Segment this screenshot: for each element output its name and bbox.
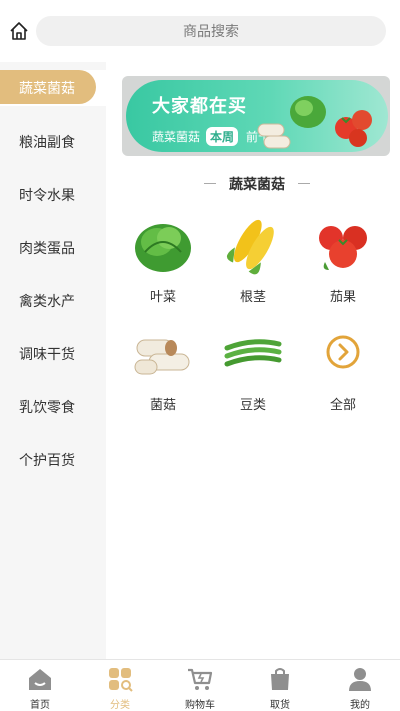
- promo-banner[interactable]: 大家都在买 蔬菜菌菇 本周 前十: [122, 76, 390, 156]
- category-leafy[interactable]: 叶菜: [121, 212, 205, 305]
- tab-category[interactable]: 分类: [80, 660, 160, 711]
- sidebar-item-label: 粮油副食: [19, 135, 75, 151]
- bottom-tab-bar: 首页 分类 购物车 取货 我的: [0, 659, 400, 711]
- sidebar-item-grain-oil[interactable]: 粮油副食: [0, 124, 106, 160]
- bag-icon: [271, 668, 289, 690]
- sidebar-item-label: 乳饮零食: [19, 400, 75, 416]
- category-sidebar: 蔬菜菌菇 粮油副食 时令水果 肉类蛋品 禽类水产 调味干货 乳饮零食 个护百货: [0, 62, 106, 659]
- corn-icon: [221, 212, 285, 276]
- sidebar-item-fruit[interactable]: 时令水果: [0, 177, 106, 213]
- top-bar: 商品搜索: [0, 0, 400, 62]
- tab-label: 分类: [110, 700, 130, 711]
- sidebar-item-meat-egg[interactable]: 肉类蛋品: [0, 230, 106, 266]
- sidebar-item-label: 禽类水产: [19, 294, 75, 310]
- banner-title: 大家都在买: [152, 96, 247, 117]
- banner-vegetables-image: [257, 96, 372, 149]
- tab-home[interactable]: 首页: [0, 660, 80, 711]
- tomato-icon: [311, 212, 375, 276]
- category-mushroom[interactable]: 菌菇: [121, 320, 205, 413]
- beans-icon: [221, 320, 285, 384]
- tab-label: 取货: [270, 700, 290, 711]
- search-placeholder: 商品搜索: [183, 24, 239, 40]
- sidebar-item-personal-care[interactable]: 个护百货: [0, 442, 106, 478]
- sidebar-item-dairy-snacks[interactable]: 乳饮零食: [0, 389, 106, 425]
- tab-label: 我的: [350, 700, 370, 711]
- sidebar-item-seasoning[interactable]: 调味干货: [0, 336, 106, 372]
- category-label: 叶菜: [149, 290, 176, 305]
- banner-background: 大家都在买 蔬菜菌菇 本周 前十: [126, 80, 388, 152]
- banner-tag: 本周: [206, 127, 239, 146]
- tab-profile[interactable]: 我的: [320, 660, 400, 711]
- sidebar-item-label: 蔬菜菌菇: [19, 81, 75, 97]
- category-label: 根茎: [239, 290, 266, 305]
- sidebar-item-label: 个护百货: [19, 453, 75, 469]
- tab-pickup[interactable]: 取货: [240, 660, 320, 711]
- section-title: 蔬菜菌菇: [202, 174, 312, 194]
- user-icon: [349, 668, 371, 691]
- category-root[interactable]: 根茎: [211, 212, 295, 305]
- sidebar-item-label: 肉类蛋品: [19, 241, 75, 257]
- mushroom-icon: [131, 320, 195, 384]
- sidebar-item-vegetables[interactable]: 蔬菜菌菇: [0, 70, 106, 106]
- tab-label: 购物车: [185, 700, 215, 711]
- chevron-right-icon: [311, 320, 375, 384]
- banner-category: 蔬菜菌菇: [152, 130, 201, 144]
- sidebar-item-label: 调味干货: [19, 347, 75, 363]
- category-label: 全部: [329, 398, 356, 413]
- banner-subtitle: 蔬菜菌菇 本周 前十: [152, 127, 270, 146]
- home-icon[interactable]: [8, 20, 30, 42]
- tab-label: 首页: [30, 700, 50, 711]
- cart-icon: [188, 668, 213, 690]
- category-icon: [109, 668, 133, 692]
- search-input[interactable]: 商品搜索: [36, 16, 386, 46]
- lettuce-icon: [131, 212, 195, 276]
- sidebar-item-label: 时令水果: [19, 188, 75, 204]
- category-fruit-veg[interactable]: 茄果: [301, 212, 385, 305]
- home-icon: [29, 669, 51, 690]
- sidebar-item-poultry-seafood[interactable]: 禽类水产: [0, 283, 106, 319]
- category-all[interactable]: 全部: [301, 320, 385, 413]
- category-label: 菌菇: [149, 398, 176, 413]
- tab-cart[interactable]: 购物车: [160, 660, 240, 711]
- category-label: 豆类: [239, 398, 266, 413]
- category-label: 茄果: [329, 290, 356, 305]
- category-beans[interactable]: 豆类: [211, 320, 295, 413]
